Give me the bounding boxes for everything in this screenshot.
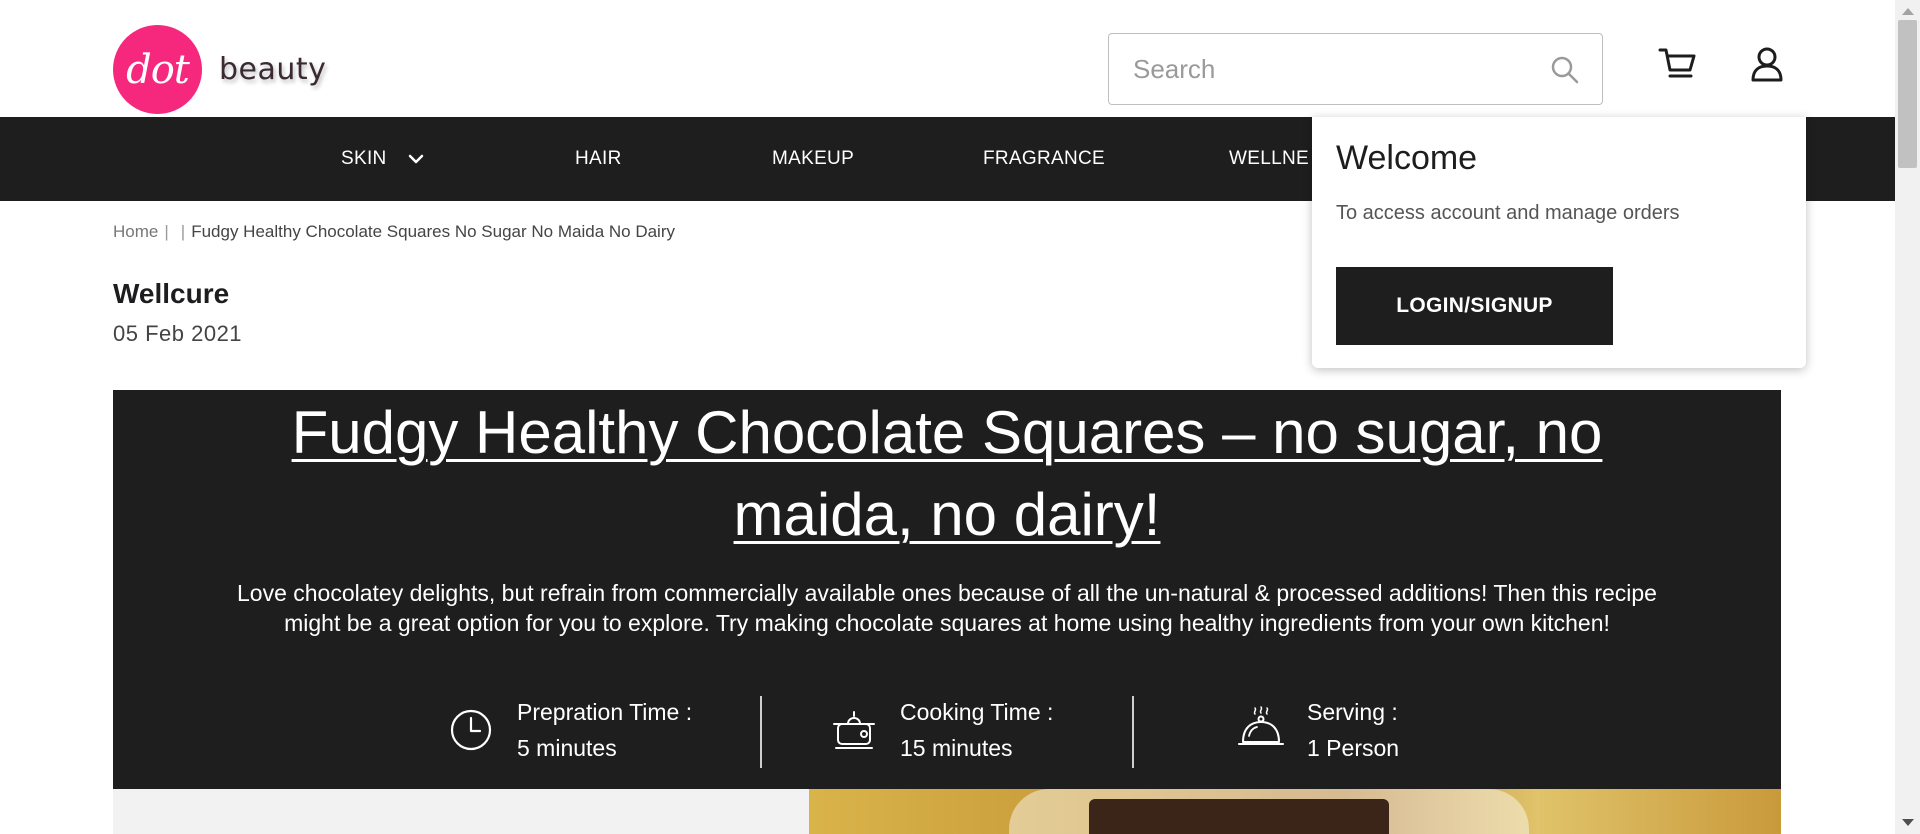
nav-item-fragrance[interactable]: FRAGRANCE <box>983 117 1105 201</box>
page-scrollbar[interactable] <box>1895 0 1920 834</box>
stat-value: 5 minutes <box>517 735 617 761</box>
brand-logo[interactable]: dot beauty <box>113 25 326 114</box>
scroll-down-arrow-icon[interactable] <box>1902 819 1914 826</box>
breadcrumb-separator: | <box>180 222 186 241</box>
search-box[interactable] <box>1108 33 1603 105</box>
recipe-description: Love chocolatey delights, but refrain fr… <box>237 580 1657 636</box>
stat-divider <box>760 696 762 768</box>
chocolate-square-shape <box>1089 799 1389 834</box>
recipe-image <box>809 789 1781 834</box>
cooking-pot-icon <box>833 711 875 749</box>
user-icon[interactable] <box>1750 46 1784 82</box>
nav-item-label: MAKEUP <box>772 148 855 169</box>
breadcrumb-current: Fudgy Healthy Chocolate Squares No Sugar… <box>191 222 675 241</box>
breadcrumb-home[interactable]: Home <box>113 222 158 241</box>
logo-text: dot <box>126 46 190 93</box>
stat-label: Prepration Time : <box>517 699 693 725</box>
nav-item-label: HAIR <box>575 148 622 169</box>
prep-time-stat: Prepration Time : 5 minutes <box>447 692 692 768</box>
nav-item-label: FRAGRANCE <box>983 148 1105 169</box>
account-dropdown: Welcome To access account and manage ord… <box>1312 117 1806 368</box>
stat-label: Cooking Time : <box>900 699 1054 725</box>
cart-icon[interactable] <box>1658 46 1698 82</box>
stat-value: 1 Person <box>1307 735 1400 761</box>
stat-label: Serving : <box>1307 699 1398 725</box>
nav-item-label: SKIN <box>341 148 387 169</box>
clock-icon <box>450 709 492 751</box>
article-date: 05 Feb 2021 <box>113 321 243 346</box>
nav-item-skin[interactable]: SKIN <box>341 117 424 201</box>
search-input[interactable] <box>1109 34 1539 104</box>
scroll-thumb[interactable] <box>1898 20 1917 168</box>
serving-cloche-icon <box>1238 706 1284 745</box>
nav-item-hair[interactable]: HAIR <box>575 117 622 201</box>
stat-divider <box>1132 696 1134 768</box>
breadcrumb: Home | | Fudgy Healthy Chocolate Squares No… <box>113 222 675 242</box>
logo-wordmark: beauty <box>219 52 327 87</box>
scroll-up-arrow-icon[interactable] <box>1902 8 1914 15</box>
recipe-title[interactable]: Fudgy Healthy Chocolate Squares – no sug… <box>113 390 1781 556</box>
nav-item-wellness[interactable]: WELLNE <box>1229 117 1309 201</box>
nav-item-label: WELLNE <box>1229 148 1309 169</box>
logo-badge: dot <box>113 25 202 114</box>
stat-value: 15 minutes <box>900 735 1013 761</box>
recipe-stats: Prepration Time : 5 minutes Cooking Time… <box>113 692 1781 768</box>
nav-item-makeup[interactable]: MAKEUP <box>772 117 854 201</box>
content-panel <box>113 789 809 834</box>
popup-subtitle: To access account and manage orders <box>1336 202 1680 224</box>
search-icon[interactable] <box>1550 55 1580 85</box>
cooking-time-stat: Cooking Time : 15 minutes <box>830 692 1053 768</box>
article-author: Wellcure <box>113 278 230 309</box>
serving-stat: Serving : 1 Person <box>1237 692 1399 768</box>
popup-title: Welcome <box>1336 139 1478 177</box>
recipe-hero: Fudgy Healthy Chocolate Squares – no sug… <box>113 390 1781 789</box>
chevron-down-icon <box>408 154 424 164</box>
site-header: dot beauty <box>0 0 1895 117</box>
breadcrumb-separator: | <box>164 222 169 241</box>
login-signup-button[interactable]: LOGIN/SIGNUP <box>1336 267 1613 345</box>
